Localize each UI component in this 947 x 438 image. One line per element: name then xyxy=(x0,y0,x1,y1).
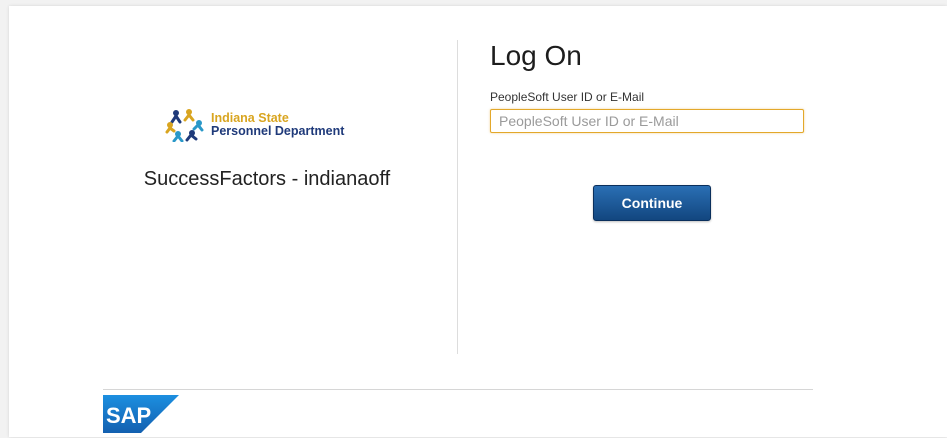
org-logo: Indiana State Personnel Department xyxy=(165,108,375,142)
org-name: Indiana State Personnel Department xyxy=(211,112,344,138)
continue-button[interactable]: Continue xyxy=(593,185,711,221)
user-id-label: PeopleSoft User ID or E-Mail xyxy=(490,90,645,104)
branding-panel: Indiana State Personnel Department Succe… xyxy=(9,6,457,386)
org-name-line2: Personnel Department xyxy=(211,124,345,138)
sap-logo: SAP xyxy=(103,395,179,438)
people-circle-icon xyxy=(165,109,204,142)
footer-divider xyxy=(103,389,813,390)
sap-logo-text: SAP xyxy=(106,403,151,428)
login-card: Indiana State Personnel Department Succe… xyxy=(9,6,947,437)
page-title: Log On xyxy=(490,40,582,71)
vertical-divider xyxy=(457,40,458,354)
company-name: SuccessFactors - indianaoff xyxy=(143,168,391,190)
user-id-input[interactable] xyxy=(490,109,804,133)
